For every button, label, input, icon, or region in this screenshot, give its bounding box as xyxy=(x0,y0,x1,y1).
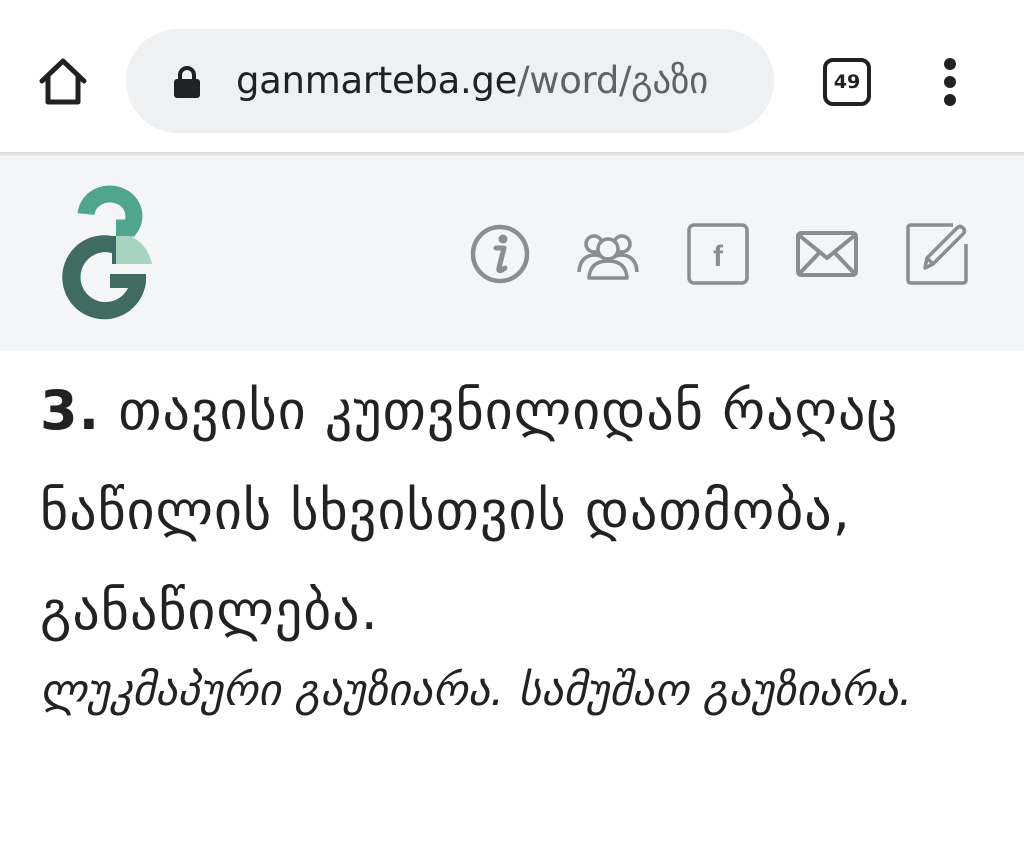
tab-switcher-button[interactable]: 49 xyxy=(823,58,871,106)
home-button[interactable] xyxy=(36,54,90,108)
info-icon[interactable] xyxy=(468,222,532,286)
browser-toolbar: ganmarteba.ge/word/გაზი 49 xyxy=(0,0,1024,154)
more-vert-icon[interactable] xyxy=(938,58,962,106)
definition-number: 3. xyxy=(40,379,101,442)
definition-text: თავისი კუთვნილიდან რაღაც ნაწილის სხვისთვ… xyxy=(40,379,899,642)
edit-icon[interactable] xyxy=(905,222,969,286)
facebook-button[interactable]: f xyxy=(686,222,750,286)
usage-examples: ლუკმაპური გაუზიარა. სამუშაო გაუზიარა. xyxy=(40,665,913,716)
logo-icon xyxy=(62,185,152,320)
mail-icon[interactable] xyxy=(795,222,859,286)
home-icon xyxy=(39,58,87,105)
site-logo[interactable] xyxy=(56,184,160,322)
site-header: f xyxy=(0,156,1024,351)
url-fade xyxy=(734,29,774,133)
definition-content: 3. თავისი კუთვნილიდან რაღაც ნაწილის სხვი… xyxy=(0,351,1024,851)
url-text[interactable]: ganmarteba.ge/word/გაზი xyxy=(236,57,766,105)
definition-entry: 3. თავისი კუთვნილიდან რაღაც ნაწილის სხვი… xyxy=(40,361,1000,661)
tab-count: 49 xyxy=(833,71,861,93)
facebook-letter: f xyxy=(713,240,724,273)
users-icon[interactable] xyxy=(576,222,640,286)
url-path: /word/გაზი xyxy=(517,59,708,102)
url-domain: ganmarteba.ge xyxy=(236,59,518,102)
address-bar[interactable]: ganmarteba.ge/word/გაზი xyxy=(126,29,774,133)
facebook-icon: f xyxy=(687,223,749,285)
lock-icon xyxy=(174,66,200,98)
